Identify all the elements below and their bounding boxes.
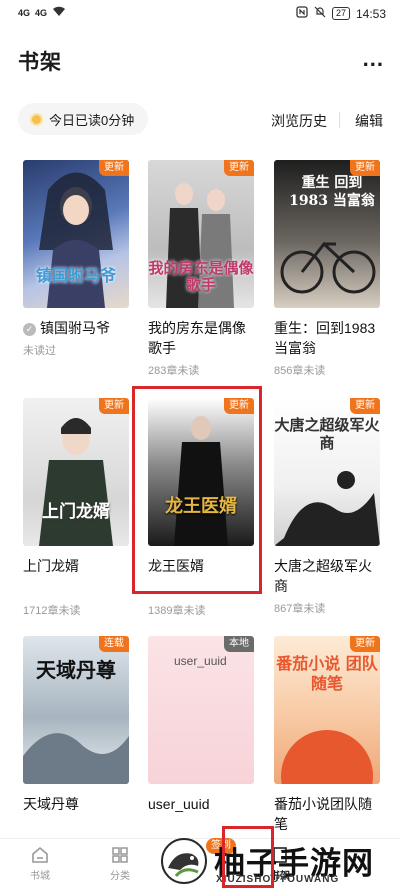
nfc-icon <box>296 6 308 21</box>
nav-category[interactable]: 分类 <box>90 845 150 882</box>
update-badge: 更新 <box>350 160 380 176</box>
update-badge: 更新 <box>99 160 129 176</box>
mute-icon <box>314 6 326 21</box>
highlight-frame <box>132 386 262 594</box>
more-button[interactable]: ... <box>363 48 384 70</box>
book-title: 重生：回到1983当富翁 <box>274 320 376 356</box>
status-right: 27 14:53 <box>296 6 386 21</box>
nav-label: 分类 <box>110 871 130 882</box>
update-badge: 更新 <box>350 636 380 652</box>
cover-title: 大唐之超级军火商 <box>274 416 380 452</box>
book-progress: 1389章未读 <box>148 605 206 617</box>
book-item[interactable]: 镇国驸马爷 更新 ✓ 镇国驸马爷 未读过 <box>23 160 129 358</box>
cover-title: 天域丹尊 <box>36 658 116 682</box>
signal-icon: 4G <box>18 7 31 18</box>
signal-icon-2: 4G <box>35 7 48 18</box>
battery-icon: 27 <box>331 7 350 20</box>
clock-time: 14:53 <box>355 6 386 21</box>
book-progress: 未读过 <box>23 345 56 357</box>
book-title: 番茄小说团队随笔 <box>274 796 372 832</box>
update-badge: 更新 <box>224 160 254 176</box>
book-item[interactable]: 我的房东是偶像歌手 更新 我的房东是偶像歌手 283章未读 <box>148 160 254 378</box>
book-cover[interactable]: 我的房东是偶像歌手 更新 <box>148 160 254 308</box>
cover-title: 上门龙婿 <box>42 502 110 522</box>
book-progress: 867章未读 <box>274 603 326 615</box>
book-cover[interactable]: 天域丹尊 连载 <box>23 636 129 784</box>
book-title: 我的房东是偶像歌手 <box>148 320 246 356</box>
reading-time-pill[interactable]: 今日已读0分钟 <box>18 103 149 135</box>
book-title: 上门龙婿 <box>23 558 79 574</box>
book-cover[interactable]: 上门龙婿 更新 <box>23 398 129 546</box>
cover-title: 镇国驸马爷 <box>35 266 116 285</box>
cover-title: 我的房东是偶像歌手 <box>148 259 254 294</box>
local-badge: 本地 <box>224 636 254 652</box>
grid-icon <box>112 847 128 863</box>
book-item[interactable]: 番茄小说 团队随笔 更新 番茄小说团队随笔 <box>274 636 380 834</box>
serial-badge: 连载 <box>99 636 129 652</box>
watermark-logo-icon <box>161 838 207 884</box>
cover-title: 重生 回到1983 当富翁 <box>289 175 375 209</box>
book-cover[interactable]: 镇国驸马爷 更新 <box>23 160 129 308</box>
coin-icon <box>30 112 43 126</box>
cover-title: user_uuid <box>174 654 227 668</box>
bookshelf-toolbar: 今日已读0分钟 浏览历史 编辑 <box>0 100 400 140</box>
watermark: 柚子手游网 XIUZISHOUYOUWANG <box>150 836 400 888</box>
book-item[interactable]: 大唐之超级军火商 更新 大唐之超级军火商 867章未读 <box>274 398 380 616</box>
home-icon <box>32 846 48 863</box>
update-badge: 更新 <box>99 398 129 414</box>
history-button[interactable]: 浏览历史 <box>271 111 327 131</box>
book-progress: 1712章未读 <box>23 605 81 617</box>
book-progress: 856章未读 <box>274 365 326 377</box>
book-cover[interactable]: user_uuid 本地 <box>148 636 254 784</box>
book-title: ✓ 镇国驸马爷 <box>23 318 129 338</box>
book-item[interactable]: 天域丹尊 连载 天域丹尊 <box>23 636 129 814</box>
book-item[interactable]: 重生 回到1983 当富翁 更新 重生：回到1983当富翁 856章未读 <box>274 160 380 378</box>
toolbar-divider <box>339 112 340 128</box>
book-progress: 283章未读 <box>148 365 200 377</box>
status-bar: 4G 4G 27 14:53 <box>0 0 400 28</box>
check-icon: ✓ <box>23 322 36 336</box>
nav-label: 书城 <box>30 871 50 882</box>
book-item[interactable]: 上门龙婿 更新 上门龙婿 1712章未读 <box>23 398 129 618</box>
update-badge: 更新 <box>350 398 380 414</box>
book-cover[interactable]: 大唐之超级军火商 更新 <box>274 398 380 546</box>
book-item[interactable]: user_uuid 本地 user_uuid <box>148 636 254 814</box>
cover-art <box>39 418 113 546</box>
highlight-frame-nav <box>222 826 274 888</box>
nav-bookstore[interactable]: 书城 <box>10 845 70 882</box>
wifi-icon <box>52 6 66 19</box>
book-title: user_uuid <box>148 796 210 812</box>
book-cover[interactable]: 番茄小说 团队随笔 更新 <box>274 636 380 784</box>
book-cover[interactable]: 重生 回到1983 当富翁 更新 <box>274 160 380 308</box>
signal-indicators: 4G 4G <box>18 6 66 19</box>
page-title: 书架 <box>18 51 62 74</box>
book-title: 天域丹尊 <box>23 796 79 812</box>
reading-time-label: 今日已读0分钟 <box>49 112 135 128</box>
book-title: 大唐之超级军火商 <box>274 558 372 594</box>
header: 书架 ... <box>0 40 400 80</box>
edit-button[interactable]: 编辑 <box>355 111 383 131</box>
cover-title: 番茄小说 团队随笔 <box>276 654 378 693</box>
